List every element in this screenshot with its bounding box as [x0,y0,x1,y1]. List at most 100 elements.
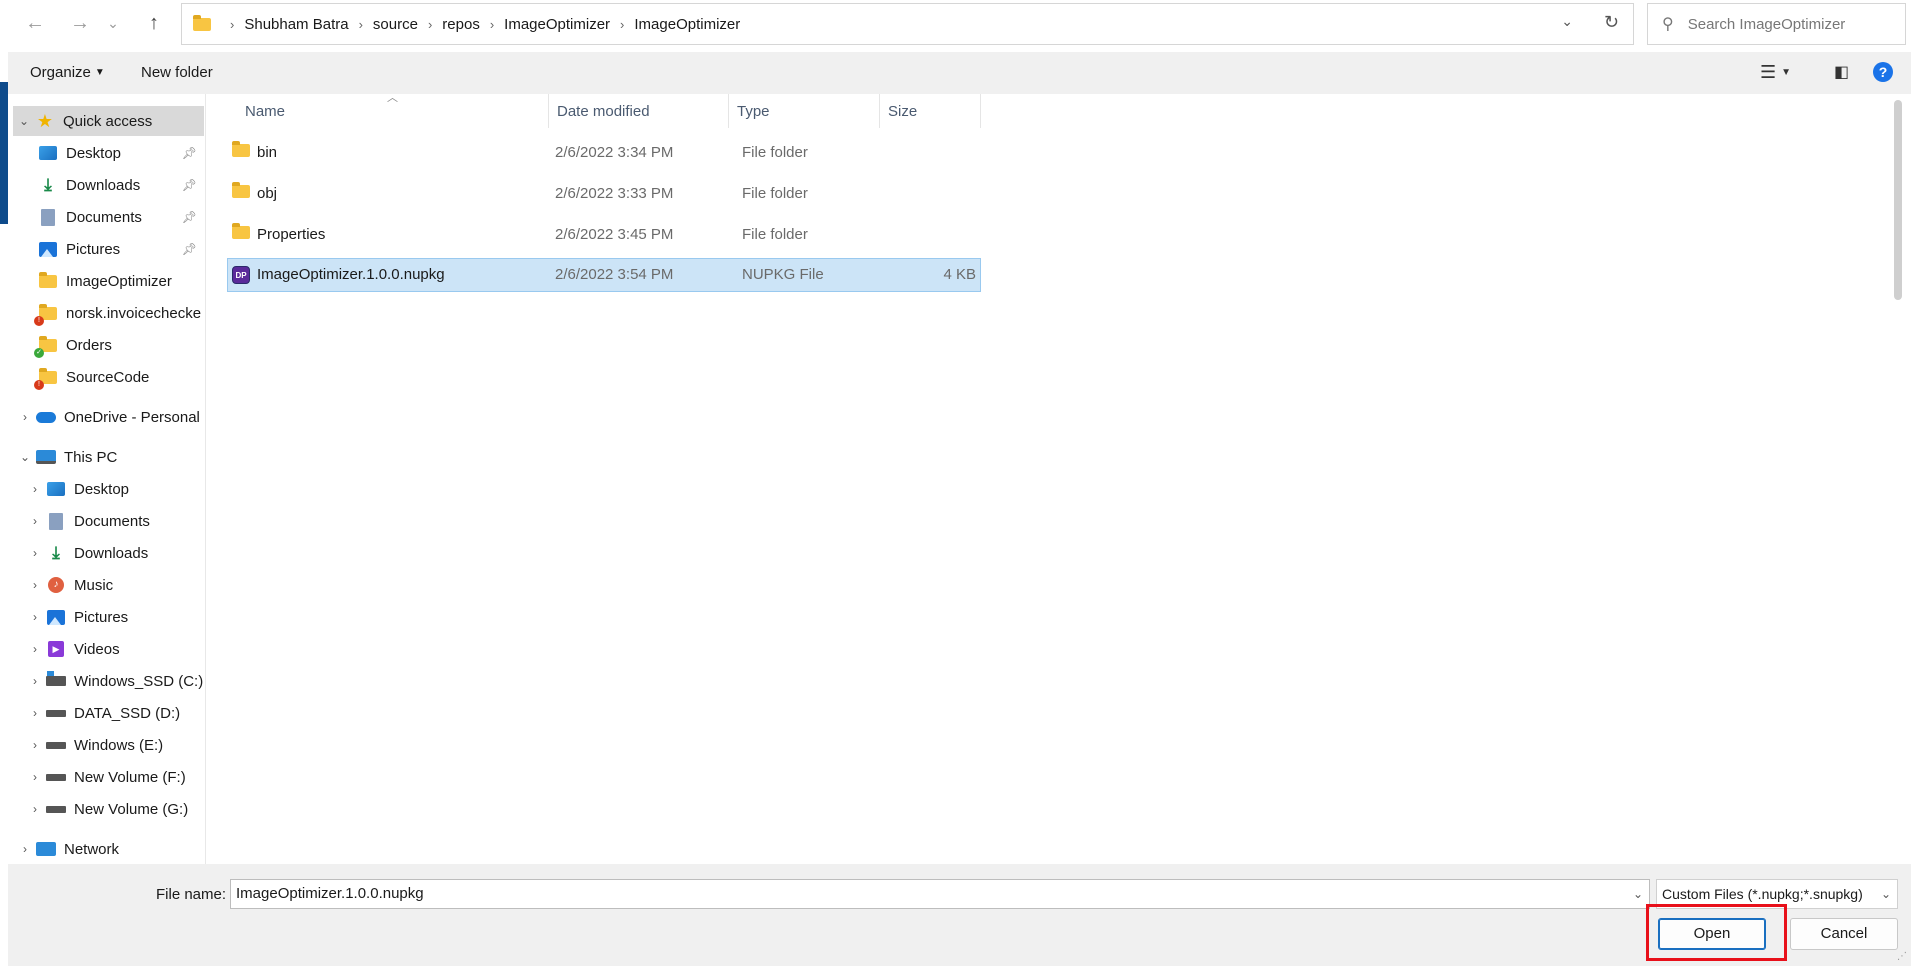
chevron-right-icon[interactable]: › [24,546,46,560]
chevron-right-icon[interactable]: › [24,738,46,752]
downloads-icon: ⤓ [44,175,52,194]
sidebar-item-label: Music [74,576,114,594]
sidebar-item-pc-desktop[interactable]: › Desktop [8,474,205,504]
file-date: 2/6/2022 3:54 PM [555,266,674,283]
sidebar-item-label: Documents [66,208,142,226]
up-button[interactable]: ↑ [141,10,167,36]
dialog-footer: File name: ImageOptimizer.1.0.0.nupkg ⌄ … [8,864,1911,966]
chevron-right-icon: › [427,16,433,32]
breadcrumb-item[interactable]: ImageOptimizer [504,16,610,33]
sidebar-item-norsk-invoicechecker[interactable]: ! norsk.invoicechecke [8,298,205,328]
chevron-right-icon[interactable]: › [24,674,46,688]
network-icon [36,840,56,858]
breadcrumb-item[interactable]: source [373,16,418,33]
recent-locations-button[interactable]: ⌄ [105,10,121,36]
chevron-right-icon[interactable]: › [24,706,46,720]
address-dropdown-icon[interactable]: ⌄ [1561,13,1573,30]
nupkg-file-icon: DP [232,265,250,284]
file-date: 2/6/2022 3:34 PM [555,144,674,161]
sidebar-item-label: Pictures [74,608,129,626]
breadcrumb-item[interactable]: ImageOptimizer [634,16,740,33]
sidebar-item-pc-downloads[interactable]: › ⤓ Downloads [8,538,205,568]
file-type: File folder [742,144,808,161]
sidebar-item-drive-g[interactable]: › New Volume (G:) [8,794,205,824]
file-type: File folder [742,226,808,243]
sidebar-item-drive-f[interactable]: › New Volume (F:) [8,762,205,792]
file-type-filter-value: Custom Files (*.nupkg;*.snupkg) [1662,886,1863,902]
column-header-name[interactable]: Name [237,94,549,128]
sidebar-item-this-pc[interactable]: ⌄ This PC [8,442,205,472]
file-date: 2/6/2022 3:45 PM [555,226,674,243]
file-row-bin[interactable]: bin 2/6/2022 3:34 PM File folder [227,136,981,170]
sidebar-item-drive-c[interactable]: › Windows_SSD (C:) [8,666,205,696]
file-row-properties[interactable]: Properties 2/6/2022 3:45 PM File folder [227,218,981,252]
file-row-obj[interactable]: obj 2/6/2022 3:33 PM File folder [227,177,981,211]
column-header-size[interactable]: Size [880,94,981,128]
chevron-right-icon[interactable]: › [24,642,46,656]
chevron-right-icon[interactable]: › [24,610,46,624]
file-name-input[interactable]: ImageOptimizer.1.0.0.nupkg ⌄ [230,879,1650,909]
column-header-type[interactable]: Type [729,94,880,128]
view-options-icon[interactable]: ☰ ▼ [1760,62,1791,83]
chevron-down-icon[interactable]: ⌄ [1633,880,1643,908]
cancel-button[interactable]: Cancel [1790,918,1898,950]
column-header-date[interactable]: Date modified [549,94,729,128]
breadcrumb-item[interactable]: Shubham Batra [244,16,348,33]
chevron-right-icon[interactable]: › [24,482,46,496]
folder-icon [232,182,250,202]
chevron-right-icon[interactable]: › [24,578,46,592]
file-list: ︿ Name Date modified Type Size bin 2/6/2… [206,92,1902,864]
chevron-right-icon: › [230,16,235,32]
sidebar-item-label: DATA_SSD (D:) [74,704,181,722]
file-date: 2/6/2022 3:33 PM [555,185,674,202]
sidebar-item-quick-access[interactable]: ⌄ ★ Quick access [13,106,204,136]
forward-button[interactable]: → [67,10,93,36]
documents-icon [46,512,66,530]
sidebar-item-label: Downloads [74,544,149,562]
breadcrumb-item[interactable]: repos [442,16,480,33]
sidebar-item-pictures[interactable]: Pictures 📌︎ [8,234,205,264]
sidebar-item-drive-d[interactable]: › DATA_SSD (D:) [8,698,205,728]
sidebar-item-pc-videos[interactable]: › ▶ Videos [8,634,205,664]
sidebar-item-sourcecode[interactable]: ! SourceCode [8,362,205,392]
chevron-down-icon[interactable]: ⌄ [14,450,36,464]
sidebar-item-onedrive[interactable]: › OneDrive - Personal [8,402,205,432]
file-row-nupkg[interactable]: DP ImageOptimizer.1.0.0.nupkg 2/6/2022 3… [227,258,981,292]
sidebar-item-pc-documents[interactable]: › Documents [8,506,205,536]
chevron-down-icon[interactable]: ⌄ [13,114,35,128]
sidebar-item-imageoptimizer[interactable]: ImageOptimizer [8,266,205,296]
sidebar-item-label: Orders [66,336,112,354]
drive-icon [46,768,66,786]
sidebar-item-network[interactable]: › Network [8,834,205,864]
preview-pane-icon[interactable]: ◧ [1834,62,1849,82]
sidebar-item-desktop[interactable]: Desktop 📌︎ [8,138,205,168]
chevron-right-icon[interactable]: › [24,514,46,528]
music-icon: ♪ [46,576,66,594]
sidebar-item-downloads[interactable]: ⤓ Downloads 📌︎ [8,170,205,200]
chevron-right-icon[interactable]: › [24,802,46,816]
column-header-label: Name [245,102,286,120]
sidebar-item-pc-pictures[interactable]: › Pictures [8,602,205,632]
back-arrow-icon: ← [25,12,45,34]
drive-icon [46,704,66,722]
sidebar-item-orders[interactable]: ✓ Orders [8,330,205,360]
sidebar-item-label: Quick access [63,112,153,130]
chevron-right-icon[interactable]: › [14,842,36,856]
search-input[interactable]: ⚲ Search ImageOptimizer [1647,3,1906,45]
sidebar-item-label: Desktop [66,144,122,162]
refresh-icon[interactable]: ↻ [1604,12,1619,33]
chevron-right-icon[interactable]: › [14,410,36,424]
chevron-down-icon: ⌄ [1877,880,1891,908]
downloads-icon: ⤓ [52,543,60,562]
resize-grip-icon[interactable]: ⋰ [1897,951,1907,962]
new-folder-button[interactable]: New folder [141,64,213,81]
organize-button[interactable]: Organize ▼ [30,64,105,81]
chevron-right-icon[interactable]: › [24,770,46,784]
address-bar[interactable]: › Shubham Batra › source › repos › Image… [181,3,1634,45]
sidebar-item-pc-music[interactable]: › ♪ Music [8,570,205,600]
help-icon[interactable]: ? [1873,62,1893,82]
sidebar-item-drive-e[interactable]: › Windows (E:) [8,730,205,760]
back-button[interactable]: ← [22,10,48,36]
sidebar-item-documents[interactable]: Documents 📌︎ [8,202,205,232]
vertical-scrollbar[interactable] [1894,100,1902,300]
